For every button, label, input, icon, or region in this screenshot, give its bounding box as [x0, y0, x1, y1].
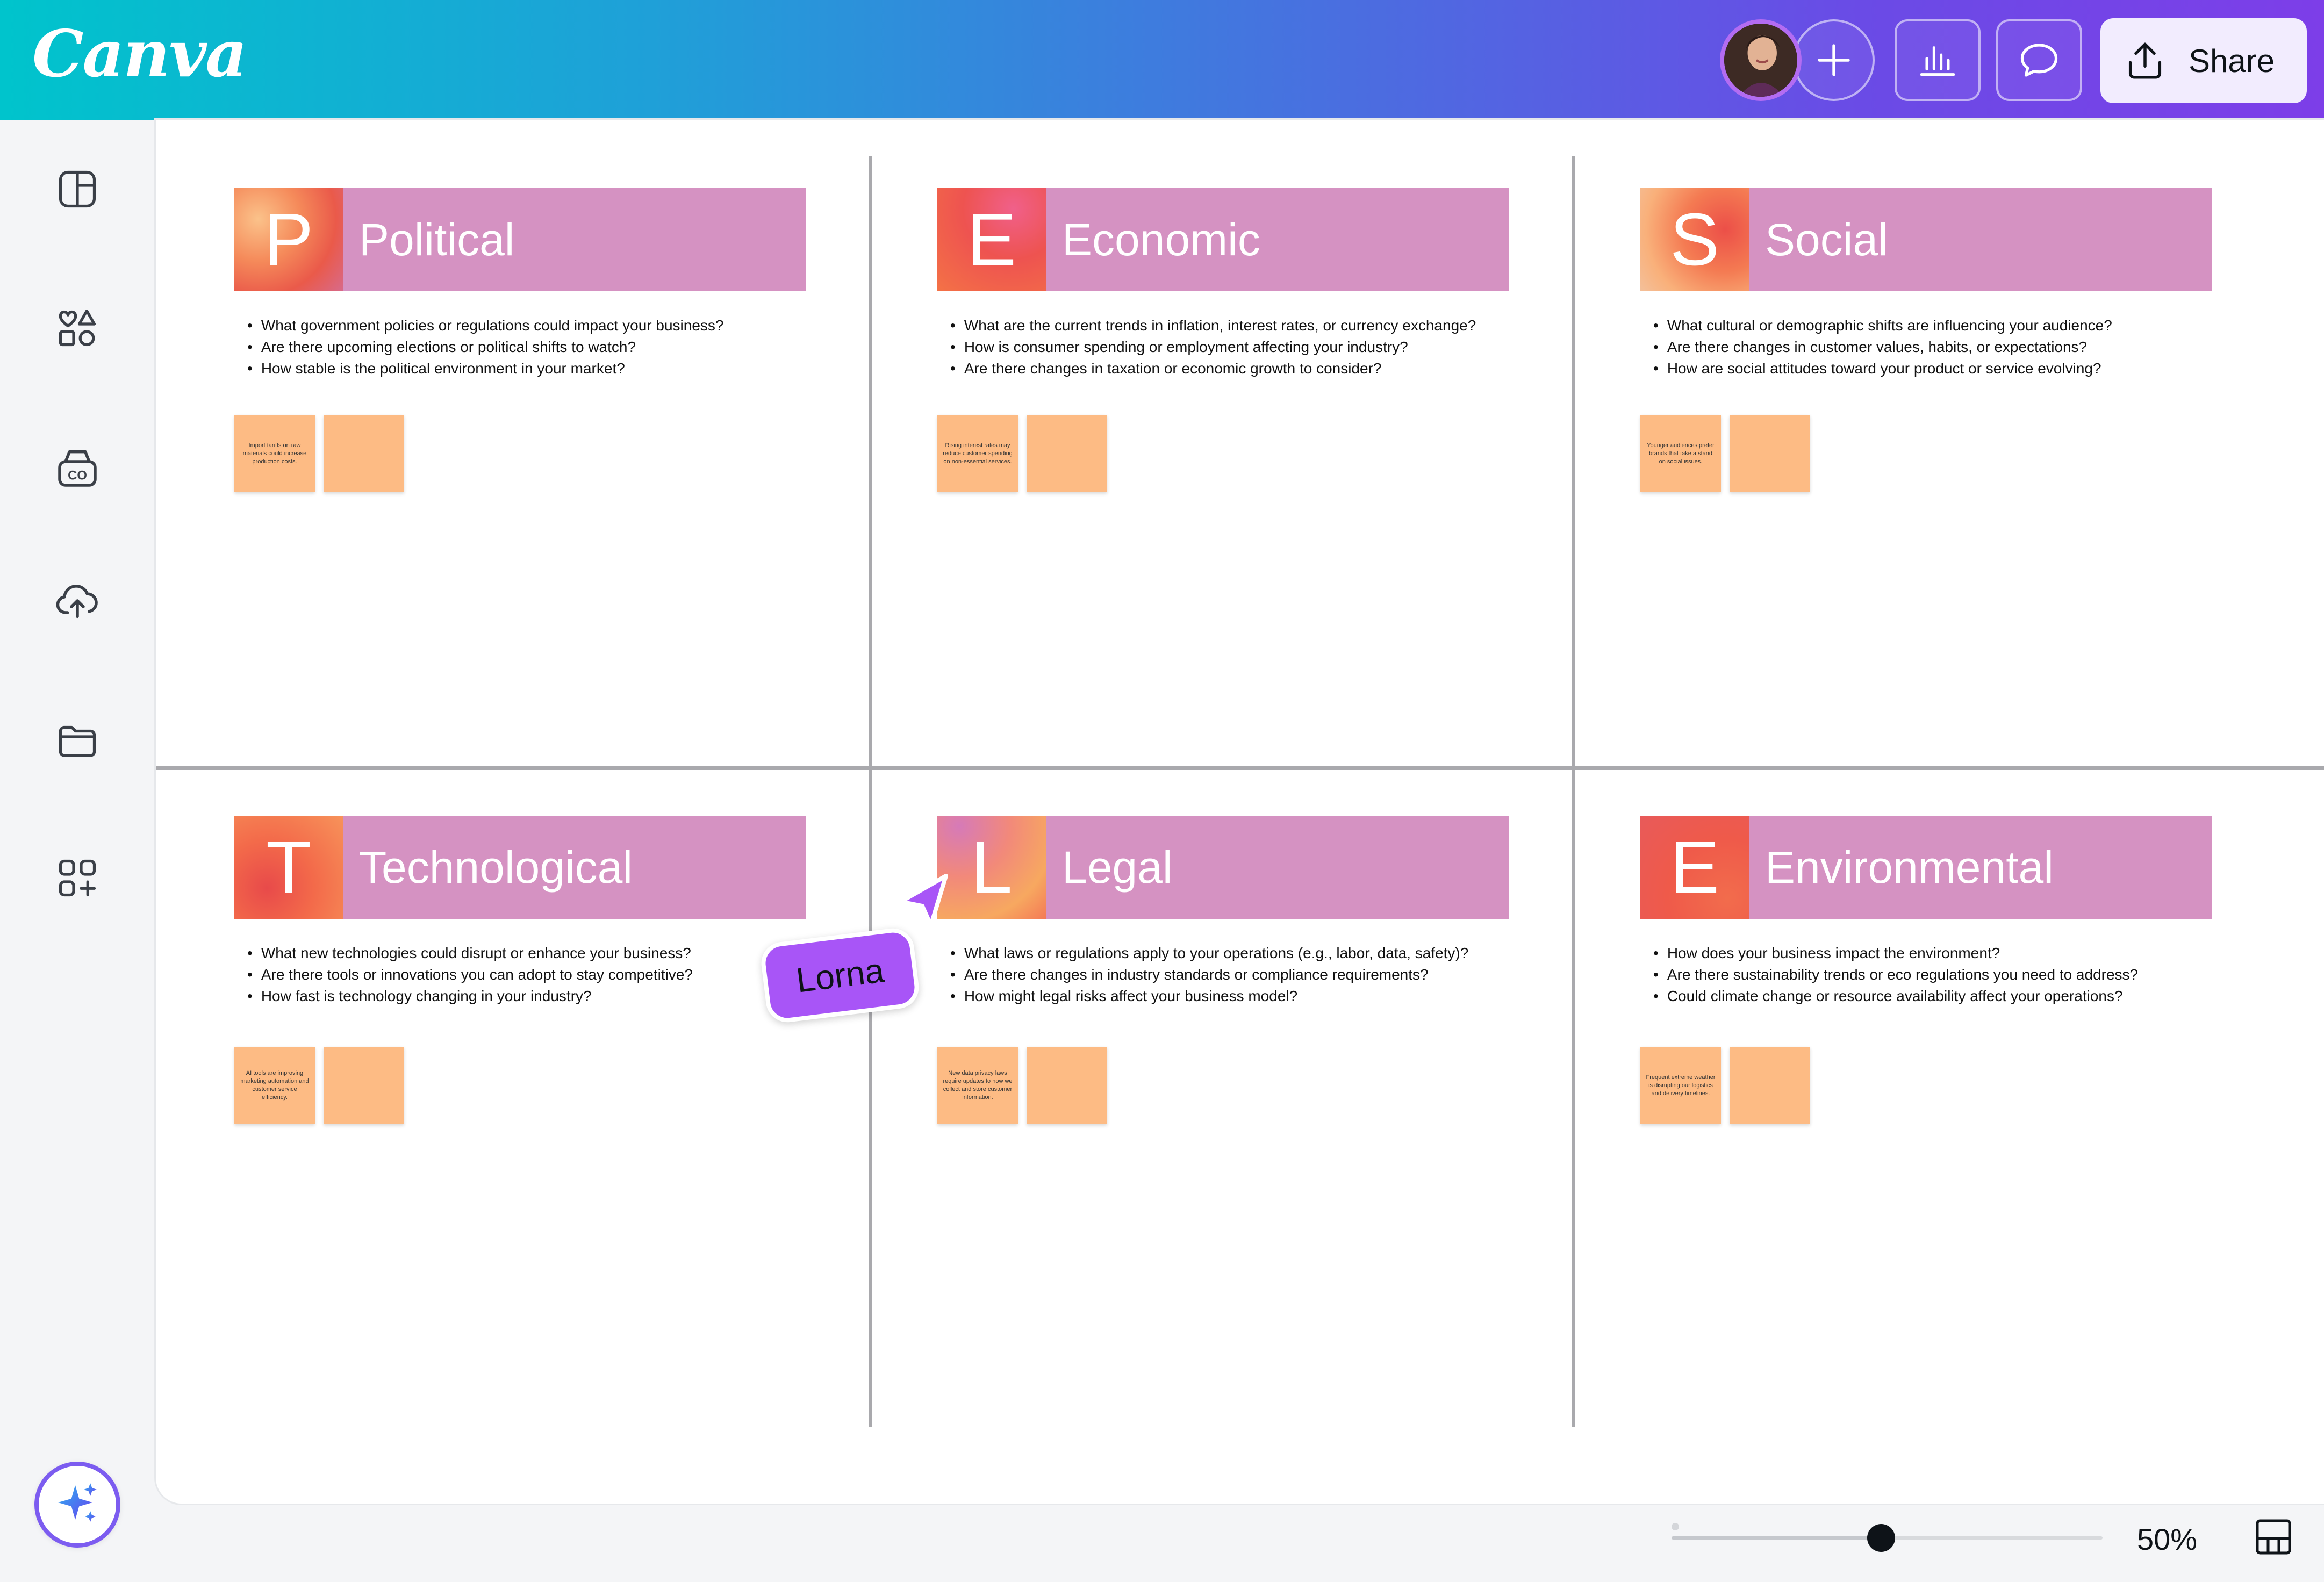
brand-icon: CO	[58, 450, 97, 487]
pages-grid-icon	[2256, 1519, 2291, 1555]
list-item: Could climate change or resource availab…	[1653, 986, 2244, 1007]
quadrant-header: P Political	[234, 188, 806, 291]
list-item: What cultural or demographic shifts are …	[1653, 315, 2244, 336]
canva-logo[interactable]: Canva	[32, 16, 247, 92]
list-item: How stable is the political environment …	[247, 358, 838, 379]
sticky-note[interactable]: New data privacy laws require updates to…	[937, 1047, 1018, 1124]
quadrant-title: Legal	[1062, 842, 1173, 893]
quadrant-title: Technological	[359, 842, 633, 893]
zoom-level[interactable]: 50%	[2137, 1522, 2197, 1557]
list-item: Are there upcoming elections or politica…	[247, 336, 838, 358]
pages-view-button[interactable]	[2252, 1515, 2295, 1558]
list-item: How does your business impact the enviro…	[1653, 943, 2244, 964]
magic-sparkle-icon	[58, 1483, 97, 1522]
quadrant-letter: E	[937, 188, 1046, 291]
sidebar-item-brand[interactable]: CO	[52, 442, 103, 493]
zoom-slider-track[interactable]	[1881, 1536, 2103, 1540]
insights-icon	[1920, 46, 1955, 76]
quadrant-letter: T	[234, 816, 343, 919]
sticky-note[interactable]: Import tariffs on raw materials could in…	[234, 415, 315, 492]
collaborator-cursor-icon	[899, 874, 948, 927]
quadrant-questions: What are the current trends in inflation…	[950, 315, 1541, 379]
quadrant-letter: P	[234, 188, 343, 291]
sticky-note-empty[interactable]	[1730, 1047, 1810, 1124]
comment-icon	[2020, 44, 2058, 77]
list-item: How fast is technology changing in your …	[247, 986, 838, 1007]
quadrant-letter: E	[1640, 816, 1749, 919]
quadrant-header: S Social	[1640, 188, 2212, 291]
list-item: Are there changes in customer values, ha…	[1653, 336, 2244, 358]
list-item: Are there changes in industry standards …	[950, 964, 1541, 986]
quadrant-header: L Legal	[937, 816, 1509, 919]
user-avatar[interactable]	[1720, 19, 1802, 101]
quadrant-questions: What government policies or regulations …	[247, 315, 838, 379]
sidebar-item-projects[interactable]	[52, 715, 103, 766]
magic-assistant-button[interactable]	[34, 1462, 120, 1548]
sticky-note[interactable]: Frequent extreme weather is disrupting o…	[1640, 1047, 1721, 1124]
list-item: What laws or regulations apply to your o…	[950, 943, 1541, 964]
share-upload-icon	[2128, 42, 2162, 79]
grid-divider-vertical-1	[869, 156, 872, 1427]
quadrant-title: Political	[359, 214, 515, 265]
sticky-note[interactable]: Younger audiences prefer brands that tak…	[1640, 415, 1721, 492]
svg-text:CO: CO	[68, 469, 87, 483]
quadrant-header: T Technological	[234, 816, 806, 919]
sticky-note[interactable]: Rising interest rates may reduce custome…	[937, 415, 1018, 492]
design-icon	[59, 170, 96, 208]
sticky-note-empty[interactable]	[1027, 1047, 1107, 1124]
quadrant-header: E Economic	[937, 188, 1509, 291]
sidebar-item-design[interactable]	[52, 163, 103, 215]
grid-divider-vertical-2	[1572, 156, 1575, 1427]
zoom-min-marker	[1672, 1523, 1679, 1530]
top-bar: Canva Share	[0, 0, 2324, 120]
sidebar-item-elements[interactable]	[52, 302, 103, 354]
list-item: Are there sustainability trends or eco r…	[1653, 964, 2244, 986]
list-item: What are the current trends in inflation…	[950, 315, 1541, 336]
quadrant-header: E Environmental	[1640, 816, 2212, 919]
quadrant-letter: S	[1640, 188, 1749, 291]
quadrant-title: Social	[1765, 214, 1888, 265]
sticky-note-empty[interactable]	[324, 415, 404, 492]
insights-button[interactable]	[1895, 19, 1981, 101]
sticky-note-empty[interactable]	[324, 1047, 404, 1124]
quadrant-questions: What new technologies could disrupt or e…	[247, 943, 838, 1007]
add-collaborator-button[interactable]	[1793, 19, 1875, 101]
uploads-icon	[56, 585, 98, 619]
list-item: Are there changes in taxation or economi…	[950, 358, 1541, 379]
list-item: Are there tools or innovations you can a…	[247, 964, 838, 986]
sidebar-item-apps[interactable]	[52, 852, 103, 904]
elements-icon	[59, 309, 96, 347]
quadrant-questions: What cultural or demographic shifts are …	[1653, 315, 2244, 379]
sticky-note[interactable]: AI tools are improving marketing automat…	[234, 1047, 315, 1124]
sidebar-item-uploads[interactable]	[52, 575, 103, 627]
zoom-slider-fill[interactable]	[1672, 1536, 1881, 1540]
quadrant-title: Environmental	[1765, 842, 2054, 893]
list-item: What new technologies could disrupt or e…	[247, 943, 838, 964]
projects-icon	[59, 725, 96, 757]
quadrant-questions: How does your business impact the enviro…	[1653, 943, 2244, 1007]
list-item: How might legal risks affect your busine…	[950, 986, 1541, 1007]
quadrant-questions: What laws or regulations apply to your o…	[950, 943, 1541, 1007]
sticky-note-empty[interactable]	[1730, 415, 1810, 492]
share-button[interactable]: Share	[2100, 18, 2307, 103]
list-item: What government policies or regulations …	[247, 315, 838, 336]
sticky-note-empty[interactable]	[1027, 415, 1107, 492]
grid-divider-horizontal	[156, 766, 2324, 770]
share-label: Share	[2189, 42, 2275, 79]
zoom-slider-thumb[interactable]	[1867, 1524, 1895, 1552]
apps-icon	[59, 859, 96, 897]
list-item: How is consumer spending or employment a…	[950, 336, 1541, 358]
comments-button[interactable]	[1996, 19, 2082, 101]
plus-icon	[1818, 44, 1850, 76]
avatar-portrait	[1724, 24, 1797, 97]
list-item: How are social attitudes toward your pro…	[1653, 358, 2244, 379]
quadrant-title: Economic	[1062, 214, 1260, 265]
